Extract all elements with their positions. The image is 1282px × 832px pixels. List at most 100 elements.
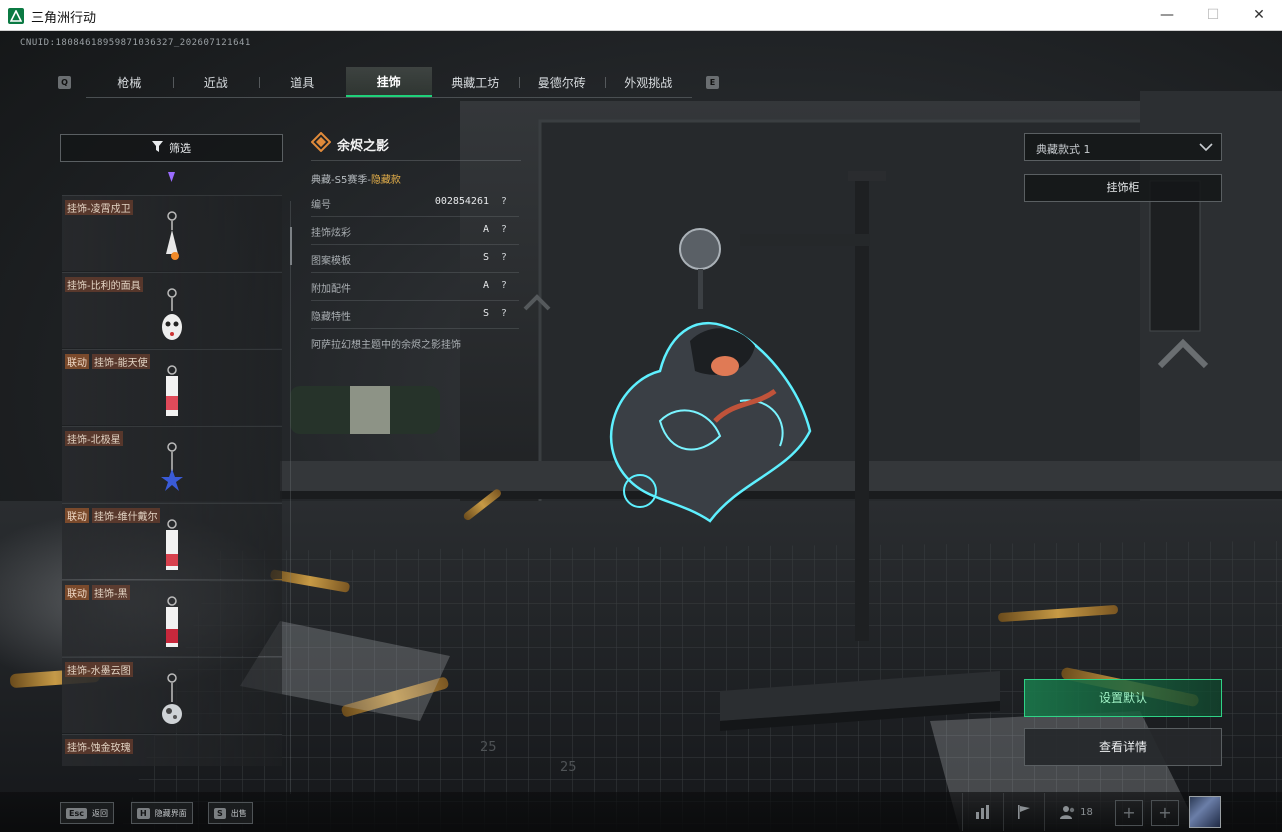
attribute-row-accessory: 附加配件 A ?	[311, 273, 519, 301]
app-logo-icon	[8, 8, 24, 24]
attribute-name: 图案模板	[311, 256, 351, 267]
item-name: 挂饰-黑	[92, 585, 130, 600]
add-slot-button[interactable]: +	[1115, 800, 1143, 826]
charm-list: 挂饰-凌霄戍卫 挂饰-比利的面具 联动 挂饰-能天使 挂饰-北极星 联动 挂饰-…	[60, 171, 283, 766]
avatar[interactable]	[1189, 796, 1221, 828]
hidden-variant-tag: 隐藏款	[370, 175, 401, 186]
key-s: S	[214, 807, 226, 819]
minimize-button[interactable]: —	[1144, 0, 1190, 31]
list-item[interactable]: 挂饰-凌霄戍卫	[62, 195, 282, 271]
maximize-button[interactable]: ☐	[1190, 0, 1236, 31]
collab-tag: 联动	[65, 508, 89, 523]
set-default-button[interactable]: 设置默认	[1024, 679, 1222, 717]
help-icon[interactable]: ?	[497, 251, 511, 265]
rarity-marker-icon	[168, 172, 175, 182]
item-name: 挂饰-水墨云图	[65, 662, 133, 677]
attribute-name: 附加配件	[311, 284, 351, 295]
list-item[interactable]: 挂饰-蚀金玫瑰	[62, 734, 282, 766]
card-charm-icon	[166, 596, 178, 647]
list-item[interactable]: 联动 挂饰-黑	[62, 580, 282, 656]
key-esc: Esc	[66, 807, 87, 819]
help-icon[interactable]: ?	[497, 307, 511, 321]
list-scroll-track	[290, 201, 291, 794]
chevron-down-icon	[1199, 143, 1213, 152]
close-button[interactable]: ✕	[1236, 0, 1282, 31]
prev-tab-key[interactable]: Q	[58, 76, 71, 89]
tab-charms[interactable]: 挂饰	[345, 67, 432, 97]
season-label: 典藏-S5赛季-隐藏款	[311, 171, 401, 186]
help-icon[interactable]: ?	[497, 195, 511, 209]
view-details-button[interactable]: 查看详情	[1024, 728, 1222, 766]
attribute-name: 隐藏特性	[311, 312, 351, 323]
item-name: 挂饰-能天使	[92, 354, 150, 369]
attribute-row-finish: 挂饰炫彩 A ?	[311, 217, 519, 245]
window-title: 三角洲行动	[31, 11, 97, 26]
list-item[interactable]: 联动 挂饰-能天使	[62, 349, 282, 425]
friends-icon	[1060, 806, 1075, 819]
tab-collection-workshop[interactable]: 典藏工坊	[432, 67, 519, 97]
item-name: 挂饰-凌霄戍卫	[65, 200, 133, 215]
list-item[interactable]: 挂饰-水墨云图	[62, 657, 282, 733]
svg-text:25: 25	[560, 760, 577, 775]
tab-mandel-brick[interactable]: 曼德尔砖	[518, 67, 606, 97]
attribute-name: 编号	[311, 200, 331, 211]
next-tab-key[interactable]: E	[706, 76, 719, 89]
tab-appearance-challenge[interactable]: 外观挑战	[605, 67, 692, 97]
list-item[interactable]: 挂饰-比利的面具	[62, 272, 282, 348]
attribute-value: S	[482, 308, 489, 319]
item-name: 挂饰-维什戴尔	[92, 508, 160, 523]
list-item[interactable]: 挂饰-北极星	[62, 426, 282, 502]
attribute-value: A	[482, 224, 489, 235]
stats-button[interactable]	[962, 793, 1002, 831]
hide-ui-hint[interactable]: H 隐藏界面	[131, 802, 193, 824]
hint-label: 隐藏界面	[154, 808, 187, 818]
tab-melee[interactable]: 近战	[172, 67, 260, 97]
tab-items[interactable]: 道具	[259, 67, 346, 97]
attribute-row-pattern: 图案模板 S ?	[311, 245, 519, 273]
mask-charm-icon	[162, 288, 182, 340]
flag-button[interactable]	[1003, 793, 1043, 831]
category-tabs: 枪械 近战 道具 挂饰 典藏工坊 曼德尔砖 外观挑战	[86, 67, 692, 98]
orb-charm-icon	[162, 673, 182, 724]
list-item[interactable]: 联动 挂饰-维什戴尔	[62, 503, 282, 579]
svg-text:25: 25	[480, 740, 497, 755]
bar-chart-icon	[975, 805, 989, 819]
style-select-value: 典藏款式 1	[1036, 143, 1091, 156]
item-name: 挂饰-比利的面具	[65, 277, 143, 292]
friends-button[interactable]: 18	[1044, 793, 1108, 831]
cnuid-label: CNUID:18084618959871036327_202607121641	[20, 38, 251, 48]
charm-title: 余烬之影	[337, 139, 390, 154]
card-charm-icon	[166, 519, 178, 570]
item-name: 挂饰-北极星	[65, 431, 123, 446]
flag-icon	[1017, 805, 1030, 819]
help-icon[interactable]: ?	[497, 223, 511, 237]
rocket-charm-icon	[166, 211, 179, 260]
attribute-value: 002854261	[434, 196, 489, 207]
filter-label: 筛选	[169, 142, 191, 155]
card-charm-icon	[166, 365, 178, 416]
collab-tag: 联动	[65, 354, 89, 369]
attribute-row-hidden-trait: 隐藏特性 S ?	[311, 301, 519, 329]
back-hint[interactable]: Esc 返回	[60, 802, 114, 824]
bottom-bar: Esc 返回 H 隐藏界面 S 出售 18 + +	[0, 792, 1282, 832]
friends-count: 18	[1080, 806, 1093, 818]
info-header: 余烬之影	[311, 131, 521, 161]
attribute-value: S	[482, 252, 489, 263]
filter-button[interactable]: 筛选	[60, 134, 283, 162]
collab-tag: 联动	[65, 585, 89, 600]
window-titlebar: 三角洲行动 — ☐ ✕	[0, 0, 1282, 31]
charm-description: 阿萨拉幻想主题中的余烬之影挂饰	[311, 340, 461, 351]
sell-hint[interactable]: S 出售	[208, 802, 253, 824]
collection-diamond-icon	[311, 132, 331, 152]
style-select[interactable]: 典藏款式 1	[1024, 133, 1222, 161]
add-slot-button[interactable]: +	[1151, 800, 1179, 826]
tab-guns[interactable]: 枪械	[86, 67, 173, 97]
attribute-row-serial: 编号 002854261 ?	[311, 189, 519, 217]
attribute-value: A	[482, 280, 489, 291]
rose-charm-icon	[160, 749, 184, 766]
charm-cabinet-button[interactable]: 挂饰柜	[1024, 174, 1222, 202]
attribute-name: 挂饰炫彩	[311, 228, 351, 239]
list-scrollbar[interactable]	[290, 227, 292, 265]
star-charm-icon	[161, 442, 183, 491]
help-icon[interactable]: ?	[497, 279, 511, 293]
